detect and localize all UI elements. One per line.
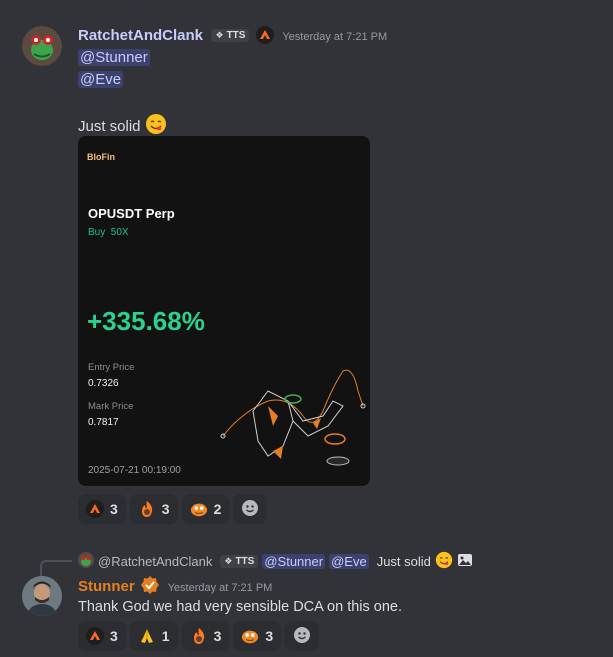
reaction-orange-fire-logo[interactable]: 3	[78, 494, 126, 524]
entry-price-label: Entry Price	[88, 362, 135, 373]
avatar[interactable]	[22, 26, 62, 66]
entry-price-value: 0.7326	[88, 378, 119, 389]
add-reaction-button[interactable]	[233, 494, 268, 524]
pnl-card-image[interactable]: BloFin OPUSDT Perp Buy 50X +335.68% Entr…	[78, 136, 370, 486]
reactions-bar-2: 3 1 3 3	[78, 621, 320, 651]
praying-hands-icon	[138, 627, 156, 645]
card-pair: OPUSDT Perp	[88, 206, 175, 221]
tag-label: TTS	[226, 30, 246, 41]
reaction-count: 3	[213, 628, 222, 644]
reply-mention-eve[interactable]: @Eve	[329, 554, 369, 569]
reaction-orange-fire-logo[interactable]: 3	[78, 621, 126, 651]
reaction-count: 3	[110, 628, 118, 644]
image-attachment-icon	[457, 552, 473, 571]
tag-icon: ❖	[215, 30, 224, 40]
mention-eve[interactable]: @Eve	[78, 71, 124, 88]
orange-creature-icon	[190, 500, 208, 518]
timestamp[interactable]: Yesterday at 7:21 PM	[282, 31, 387, 43]
reaction-praying-hands[interactable]: 1	[129, 621, 178, 651]
orange-fire-logo-icon	[86, 627, 104, 645]
card-brand: BloFin	[87, 152, 115, 162]
reaction-count: 3	[161, 501, 170, 517]
card-side: Buy 50X	[88, 227, 129, 238]
message-ratchetandclank: RatchetAndClank ❖ TTS Yesterday at 7:21 …	[0, 0, 613, 530]
reply-text: Just solid	[376, 554, 431, 569]
reaction-pepe-flame[interactable]: 3	[129, 494, 178, 524]
reaction-count: 1	[161, 628, 170, 644]
pepe-flame-icon	[190, 627, 208, 645]
reply-author[interactable]: @RatchetAndClank	[98, 554, 212, 569]
mention-stunner[interactable]: @Stunner	[78, 49, 150, 66]
reaction-count: 3	[265, 628, 274, 644]
reaction-count: 2	[213, 501, 222, 517]
reply-server-tag: ❖ TTS	[220, 555, 259, 568]
reaction-pepe-flame[interactable]: 3	[181, 621, 230, 651]
reaction-orange-creature[interactable]: 2	[181, 494, 230, 524]
message-text: Thank God we had very sensible DCA on th…	[78, 599, 403, 615]
author-name-stunner[interactable]: Stunner	[78, 578, 135, 595]
reply-mention-stunner[interactable]: @Stunner	[262, 554, 326, 569]
orange-fire-logo-icon	[86, 500, 104, 518]
avatar-stunner[interactable]	[22, 576, 62, 616]
orange-creature-icon	[241, 627, 259, 645]
message-text: Just solid	[78, 118, 141, 135]
yum-face-emoji-icon	[435, 551, 453, 572]
smiley-icon	[293, 626, 311, 647]
mark-price-value: 0.7817	[88, 417, 119, 428]
reply-preview[interactable]: @RatchetAndClank ❖ TTS @Stunner @Eve Jus…	[78, 551, 473, 572]
reactions-bar: 3 3 2	[78, 494, 268, 524]
verified-badge-icon	[141, 576, 160, 599]
smiley-icon	[241, 499, 259, 520]
server-badge-icon[interactable]	[255, 26, 274, 49]
reaction-orange-creature[interactable]: 3	[233, 621, 282, 651]
timestamp[interactable]: Yesterday at 7:21 PM	[168, 582, 273, 594]
avatar-frog-icon	[22, 26, 62, 66]
card-pnl: +335.68%	[87, 306, 205, 336]
card-datetime: 2025-07-21 00:19:00	[88, 465, 181, 476]
reaction-count: 3	[110, 501, 118, 517]
reply-avatar	[78, 552, 94, 571]
author-name[interactable]: RatchetAndClank	[78, 27, 203, 44]
pepe-flame-icon	[138, 500, 156, 518]
reply-connector	[40, 560, 72, 576]
add-reaction-button[interactable]	[285, 621, 320, 651]
avatar-person-icon	[22, 576, 62, 616]
tag-icon: ❖	[224, 556, 233, 566]
server-tag[interactable]: ❖ TTS	[211, 29, 250, 42]
mark-price-label: Mark Price	[88, 401, 134, 412]
card-whale-illustration	[220, 369, 366, 466]
